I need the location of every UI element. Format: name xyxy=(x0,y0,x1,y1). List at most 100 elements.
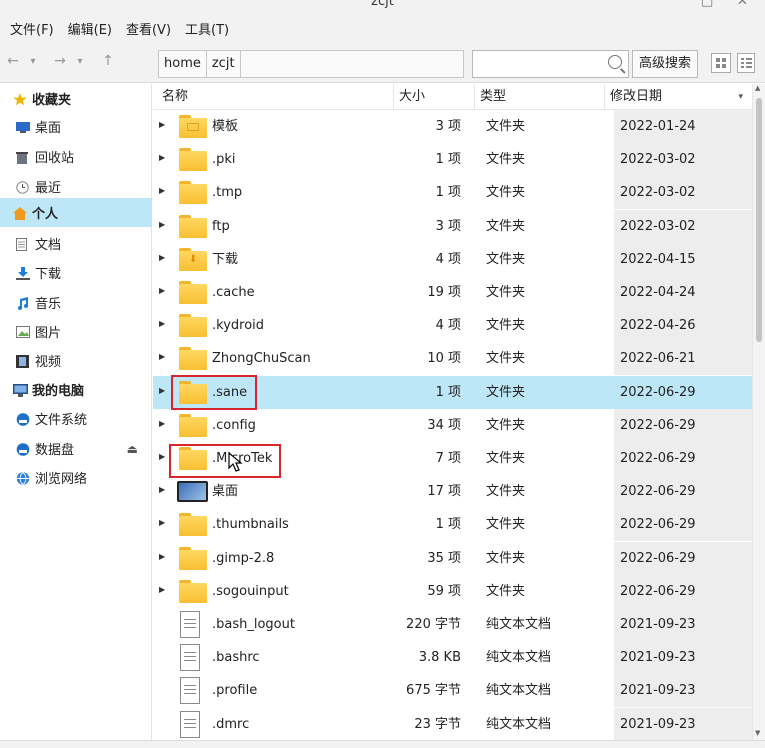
file-name: 模板 xyxy=(212,119,239,134)
forward-arrow-icon[interactable]: → xyxy=(51,53,69,69)
file-size: 4 项 xyxy=(435,251,461,267)
sidebar-item-6[interactable]: 下载 xyxy=(0,258,152,287)
sidebar-item-0[interactable]: 收藏夹 xyxy=(0,84,152,113)
file-size: 59 项 xyxy=(427,583,461,599)
file-name: .tmp xyxy=(212,185,243,201)
file-type: 纯文本文档 xyxy=(486,683,552,699)
file-size: 35 项 xyxy=(427,550,461,566)
file-modified: 2022-06-29 15:42:33 xyxy=(614,574,753,632)
forward-history-dropdown-icon[interactable]: ▾ xyxy=(71,56,89,67)
sidebar-item-4[interactable]: 个人 xyxy=(0,198,152,227)
table-row[interactable]: ▶.tmp1 项文件夹2022-03-02 11:05:03 xyxy=(153,176,753,233)
scroll-up-icon[interactable]: ▲ xyxy=(755,84,760,92)
expand-arrow-icon[interactable]: ▶ xyxy=(159,552,165,561)
minimize-icon[interactable]: □ xyxy=(701,0,713,9)
table-row[interactable]: .bash_logout220 字节纯文本文档2021-09-23 11:06:… xyxy=(153,608,753,665)
back-history-dropdown-icon[interactable]: ▾ xyxy=(24,56,42,67)
file-type: 文件夹 xyxy=(486,517,526,533)
table-row[interactable]: ▶.pki1 项文件夹2022-03-02 10:53:08 xyxy=(153,143,753,200)
search-input[interactable] xyxy=(472,50,629,78)
expand-arrow-icon[interactable]: ▶ xyxy=(159,220,165,229)
expand-arrow-icon[interactable]: ▶ xyxy=(159,518,165,527)
expand-arrow-icon[interactable]: ▶ xyxy=(159,186,165,195)
sidebar-item-7[interactable]: 音乐 xyxy=(0,288,152,317)
file-modified: 2022-03-02 11:05:03 xyxy=(614,176,753,233)
table-row[interactable]: ▶.cache19 项文件夹2022-04-24 09:31:34 xyxy=(153,276,753,333)
expand-arrow-icon[interactable]: ▶ xyxy=(159,319,165,328)
sidebar-item-9[interactable]: 视频 xyxy=(0,346,152,375)
menu-edit[interactable]: 编辑(E) xyxy=(68,19,112,38)
text-file-icon xyxy=(180,710,200,738)
expand-arrow-icon[interactable]: ▶ xyxy=(159,419,165,428)
column-type[interactable]: 类型 xyxy=(474,84,604,110)
search-icon[interactable] xyxy=(608,55,622,69)
sidebar-item-1[interactable]: 桌面 xyxy=(0,112,152,141)
table-row[interactable]: ▶.config34 项文件夹2022-06-29 15:28:11 xyxy=(153,408,753,466)
file-size: 23 字节 xyxy=(414,716,461,732)
eject-icon[interactable]: ⏏ xyxy=(127,442,138,456)
menu-file[interactable]: 文件(F) xyxy=(10,19,54,38)
file-list: 名称 大小 类型 修改日期 ▾ ▶模板3 项文件夹2022-01-24 10:5… xyxy=(153,84,765,741)
sidebar-item-5[interactable]: 文档 xyxy=(0,229,152,258)
menu-tools[interactable]: 工具(T) xyxy=(185,19,229,38)
expand-arrow-icon[interactable]: ▶ xyxy=(159,452,165,461)
scroll-down-icon[interactable]: ▼ xyxy=(755,729,760,737)
sidebar-item-8[interactable]: 图片 xyxy=(0,317,152,346)
column-size[interactable]: 大小 xyxy=(393,84,474,110)
folder-icon xyxy=(179,347,207,371)
file-modified: 2022-04-26 17:24:07 xyxy=(614,309,753,366)
breadcrumb-home[interactable]: home xyxy=(159,51,207,77)
table-row[interactable]: .bashrc 3.8 KB 纯文本文档 2021-09-23 11:06:30 xyxy=(153,641,753,698)
sidebar-item-label: 回收站 xyxy=(35,151,75,166)
file-name: ZhongChuScan xyxy=(212,351,311,367)
icon-view-icon[interactable] xyxy=(711,53,731,73)
table-row[interactable]: .dmrc 23 字节 纯文本文档 2021-09-23 11:11:42 xyxy=(153,707,753,741)
file-modified: 2022-06-29 15:38:38 xyxy=(614,508,753,565)
file-name: .thumbnails xyxy=(212,517,289,533)
sidebar-item-12[interactable]: 数据盘 ⏏ xyxy=(0,434,152,463)
file-type: 纯文本文档 xyxy=(486,716,552,732)
table-row[interactable]: ▶.thumbnails1 项文件夹2022-06-29 15:38:38 xyxy=(153,508,753,565)
column-modified[interactable]: 修改日期 ▾ xyxy=(604,84,753,110)
expand-arrow-icon[interactable]: ▶ xyxy=(159,585,165,594)
expand-arrow-icon[interactable]: ▶ xyxy=(159,253,165,262)
folder-icon xyxy=(179,181,207,205)
expand-arrow-icon[interactable]: ▶ xyxy=(159,286,165,295)
sidebar-item-11[interactable]: 文件系统 xyxy=(0,404,152,433)
table-row[interactable]: .profile675 字节纯文本文档2021-09-23 11:06:30 xyxy=(153,674,753,731)
back-arrow-icon[interactable]: ← xyxy=(4,53,22,69)
breadcrumb-zcjt[interactable]: zcjt xyxy=(207,51,241,77)
table-row[interactable]: ▶模板3 项文件夹2022-01-24 10:52:13 xyxy=(153,110,753,167)
column-name[interactable]: 名称 xyxy=(153,84,393,110)
file-size: 19 项 xyxy=(427,285,461,300)
table-row[interactable]: ▶ZhongChuScan10 项文件夹2022-06-21 14:54:14 xyxy=(153,342,753,399)
close-icon[interactable]: ✕ xyxy=(737,0,748,9)
expand-arrow-icon[interactable]: ▶ xyxy=(159,153,165,162)
file-type: 文件夹 xyxy=(486,119,526,134)
table-row[interactable]: ▶.gimp-2.835 项文件夹2022-06-29 15:38:48 xyxy=(153,541,753,599)
list-view-icon[interactable] xyxy=(737,53,755,73)
table-row[interactable]: ▶.kydroid4 项文件夹2022-04-26 17:24:07 xyxy=(153,309,753,366)
file-name: .profile xyxy=(212,683,258,699)
expand-arrow-icon[interactable]: ▶ xyxy=(159,386,165,395)
expand-arrow-icon[interactable]: ▶ xyxy=(159,352,165,361)
scrollbar-thumb[interactable] xyxy=(756,98,762,342)
table-row[interactable]: ▶⬇下载4 项文件夹2022-04-15 10:59:19 xyxy=(153,242,753,300)
sidebar-item-2[interactable]: 回收站 xyxy=(0,142,152,171)
up-arrow-icon[interactable]: ↑ xyxy=(99,53,117,69)
advanced-search-button[interactable]: 高级搜索 xyxy=(632,50,698,78)
vertical-scrollbar[interactable]: ▲ ▼ xyxy=(752,84,765,740)
sidebar-item-label: 收藏夹 xyxy=(32,93,72,108)
menu-view[interactable]: 查看(V) xyxy=(126,19,171,38)
table-row[interactable]: ▶ftp3 项文件夹2022-03-02 11:46:06 xyxy=(153,209,753,267)
expand-arrow-icon[interactable]: ▶ xyxy=(159,120,165,129)
table-row[interactable]: ▶桌面17 项文件夹2022-06-29 15:38:09 xyxy=(153,475,753,532)
computer-icon xyxy=(13,383,28,397)
sidebar-item-10[interactable]: 我的电脑 xyxy=(0,375,152,404)
file-modified: 2021-09-23 11:11:42 xyxy=(614,707,753,741)
sidebar-item-3[interactable]: 最近 xyxy=(0,172,152,201)
expand-arrow-icon[interactable]: ▶ xyxy=(159,485,165,494)
file-type: 文件夹 xyxy=(486,351,526,367)
sidebar-item-13[interactable]: 浏览网络 xyxy=(0,463,152,492)
table-row[interactable]: ▶ .sogouinput 59 项 文件夹 2022-06-29 15:42:33 xyxy=(153,574,753,632)
